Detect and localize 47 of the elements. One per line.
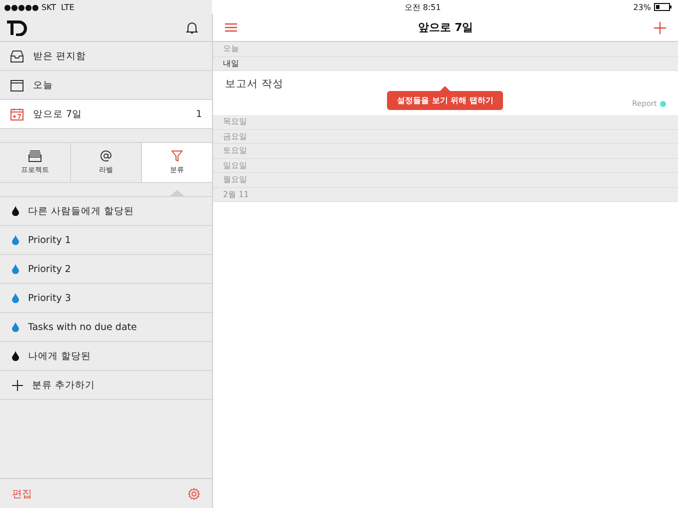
settings-icon[interactable] [188,488,200,500]
funnel-icon [171,150,183,162]
filter-label: Priority 2 [28,264,71,274]
day-header: 오늘 [213,42,678,56]
tooltip-pointer-icon [440,86,450,91]
filter-item[interactable]: Priority 3 [0,284,212,313]
filter-item[interactable]: Tasks with no due date [0,313,212,342]
day-header: 토요일 [213,144,678,158]
stacked-trays-icon [28,150,42,162]
filter-item[interactable]: 다른 사람들에게 할당된 [0,197,212,226]
calendar-icon [10,78,24,92]
filter-label: 다른 사람들에게 할당된 [28,204,134,218]
task-title: 보고서 작성 [225,77,284,91]
battery-icon [654,3,672,11]
menu-icon[interactable] [225,23,237,32]
filter-item[interactable]: Priority 2 [0,255,212,284]
day-header: 내일 [213,56,678,71]
filter-label: 분류 추가하기 [32,378,96,392]
day-header: 월요일 [213,173,678,188]
clock-text: 오전 8:51 [404,2,441,12]
inbox-tray-icon [10,50,24,62]
battery-percent-text: 23% [633,2,651,12]
task-count: 1 [196,108,202,120]
filter-label: 나에게 할당된 [28,350,92,362]
filter-label: Priority 3 [28,292,71,304]
at-sign-icon [100,150,112,162]
add-task-icon[interactable] [654,22,666,34]
network-text: LTE [61,2,74,12]
filter-item[interactable]: Priority 1 [0,226,212,255]
day-header: 2월 11 [213,188,678,202]
nav-item-label: 오늘 [33,78,53,92]
plus-icon [12,380,23,390]
filter-label: Priority 1 [28,234,71,246]
page-title: 앞으로 7일 [418,20,474,35]
filter-item[interactable]: 나에게 할당된 [0,342,212,371]
filter-label: Tasks with no due date [28,322,137,332]
day-header: 일요일 [213,158,678,173]
sidebar-nav-item[interactable]: 앞으로 7일 1 [0,100,212,129]
nav-item-label: 받은 편지함 [33,50,86,62]
day-header: 금요일 [213,130,678,144]
day-header: 목요일 [213,115,678,130]
filter-item[interactable]: 분류 추가하기 [0,371,212,400]
notifications-bell-icon[interactable] [186,21,198,34]
calendar-plus-seven-icon [10,108,24,120]
nav-item-label: 앞으로 7일 [33,108,82,120]
carrier-text: ●●●●● SKT [4,2,56,12]
app-logo-icon [6,20,28,36]
